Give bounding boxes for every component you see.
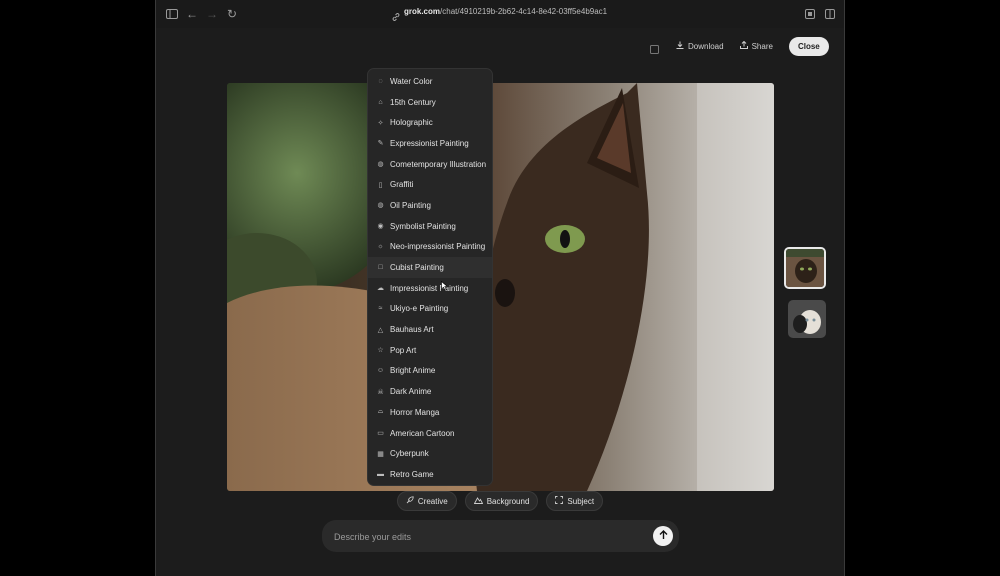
- split-view-icon[interactable]: [822, 6, 838, 22]
- ghost-icon: ⌓: [377, 408, 384, 416]
- style-option-label: Holographic: [390, 118, 433, 128]
- download-icon: [676, 41, 684, 51]
- style-option-label: Pop Art: [390, 345, 417, 355]
- style-option[interactable]: ☺ Bright Anime: [368, 361, 492, 382]
- edit-chips: Creative Background Subject: [156, 491, 844, 511]
- style-option-label: Cometemporary Illustration: [390, 159, 487, 169]
- style-option[interactable]: ☁ Impressionist Painting: [368, 278, 492, 299]
- download-button[interactable]: Download: [676, 41, 724, 51]
- forward-arrow-icon[interactable]: →: [204, 6, 220, 22]
- style-option[interactable]: ✧ Holographic: [368, 112, 492, 133]
- chip-icon: ▦: [377, 450, 384, 458]
- cat-photo: [227, 83, 774, 491]
- mouse-cursor-icon: [441, 278, 449, 291]
- shapes-icon: △: [377, 326, 384, 334]
- star-icon: ☆: [377, 347, 384, 355]
- background-label: Background: [486, 496, 530, 506]
- style-option[interactable]: ≈ Ukiyo-e Painting: [368, 299, 492, 320]
- edit-prompt-input[interactable]: [332, 528, 636, 546]
- share-label: Share: [751, 41, 773, 51]
- address-bar[interactable]: grok.com/chat/4910219b-2b62-4c14-8e42-03…: [404, 7, 607, 16]
- style-option[interactable]: ▭ American Cartoon: [368, 423, 492, 444]
- style-option[interactable]: ⌓ Horror Manga: [368, 402, 492, 423]
- image-actions: Download Share Close: [650, 36, 829, 56]
- square-icon: □: [378, 264, 383, 272]
- spray-can-icon: ▯: [378, 181, 383, 189]
- thumbnail-2[interactable]: [788, 300, 826, 338]
- share-icon: [739, 40, 748, 51]
- style-option[interactable]: ◍ Cometemporary Illustration: [368, 154, 492, 175]
- style-option[interactable]: ☆ Pop Art: [368, 340, 492, 361]
- style-option[interactable]: □ Cubist Painting: [368, 257, 492, 278]
- browser-toolbar: ← → ↻ grok.com/chat/4910219b-2b62-4c14-8…: [156, 0, 844, 28]
- style-option[interactable]: ✎ Expressionist Painting: [368, 133, 492, 154]
- cloud-icon: ☁: [377, 285, 384, 293]
- style-option[interactable]: ☠ Dark Anime: [368, 381, 492, 402]
- reload-icon[interactable]: ↻: [224, 6, 240, 22]
- style-option[interactable]: ▯ Graffiti: [368, 174, 492, 195]
- castle-icon: ⌂: [378, 98, 383, 106]
- style-option[interactable]: ▬ Retro Game: [368, 464, 492, 485]
- creative-chip[interactable]: Creative: [396, 491, 457, 511]
- back-arrow-icon[interactable]: ←: [184, 6, 200, 22]
- style-option-label: Expressionist Painting: [390, 138, 469, 148]
- share-button[interactable]: Share: [739, 40, 773, 51]
- gamepad-icon: ▬: [377, 470, 384, 478]
- sparkle-icon: ✧: [377, 119, 384, 127]
- generated-image: [227, 83, 774, 491]
- close-button[interactable]: Close: [788, 36, 829, 56]
- style-option[interactable]: ◍ Oil Painting: [368, 195, 492, 216]
- style-option-label: Horror Manga: [390, 407, 440, 417]
- palette-icon: ◍: [377, 161, 384, 169]
- style-option[interactable]: ☼ Neo-impressionist Painting: [368, 237, 492, 258]
- browser-window: ← → ↻ grok.com/chat/4910219b-2b62-4c14-8…: [155, 0, 845, 576]
- link-icon: [392, 8, 400, 21]
- smile-icon: ☺: [376, 367, 385, 375]
- style-option-label: Cubist Painting: [390, 263, 444, 273]
- eye-icon: ◉: [377, 223, 384, 231]
- style-option-label: Water Color: [390, 76, 433, 86]
- subject-icon: [555, 496, 564, 506]
- background-chip[interactable]: Background: [464, 491, 539, 511]
- style-option[interactable]: ◉ Symbolist Painting: [368, 216, 492, 237]
- style-option-label: American Cartoon: [390, 428, 455, 438]
- subject-chip[interactable]: Subject: [546, 491, 604, 511]
- extension-icon[interactable]: [802, 6, 818, 22]
- style-option-label: Oil Painting: [390, 200, 431, 210]
- mountain-icon: [473, 496, 483, 506]
- style-option-label: 15th Century: [390, 97, 436, 107]
- rocket-icon: [406, 496, 414, 506]
- arrow-up-icon: [659, 527, 668, 545]
- style-option-label: Retro Game: [390, 469, 434, 479]
- edit-prompt-bar: [322, 520, 679, 552]
- sun-icon: ☼: [377, 243, 384, 251]
- tv-icon: ▭: [377, 430, 384, 438]
- subject-label: Subject: [567, 496, 595, 506]
- submit-button[interactable]: [653, 526, 673, 546]
- style-option-label: Bright Anime: [390, 366, 436, 376]
- drop-icon: ◌: [378, 77, 383, 85]
- style-menu: ◌ Water Color ⌂ 15th Century ✧ Holographic ✎ Ex…: [367, 68, 493, 486]
- style-option[interactable]: △ Bauhaus Art: [368, 319, 492, 340]
- compare-icon[interactable]: [650, 41, 660, 54]
- style-option-label: Cyberpunk: [390, 449, 429, 459]
- style-option-label: Impressionist Painting: [390, 283, 469, 293]
- style-option-label: Symbolist Painting: [390, 221, 456, 231]
- style-option-label: Neo-impressionist Painting: [390, 242, 486, 252]
- creative-label: Creative: [417, 496, 448, 506]
- brush-icon: ✎: [377, 140, 384, 148]
- style-option[interactable]: ⌂ 15th Century: [368, 92, 492, 113]
- style-option[interactable]: ▦ Cyberpunk: [368, 443, 492, 464]
- style-option[interactable]: ◌ Water Color: [368, 71, 492, 92]
- style-option-label: Ukiyo-e Painting: [390, 304, 449, 314]
- palette-icon: ◍: [377, 202, 384, 210]
- style-option-label: Bauhaus Art: [390, 325, 434, 335]
- sidebar-toggle-icon[interactable]: [164, 6, 180, 22]
- thumbnail-1[interactable]: [784, 247, 826, 289]
- download-label: Download: [688, 41, 724, 51]
- style-option-label: Dark Anime: [390, 387, 432, 397]
- wave-icon: ≈: [378, 305, 383, 313]
- skull-icon: ☠: [377, 388, 384, 396]
- style-option-label: Graffiti: [390, 180, 414, 190]
